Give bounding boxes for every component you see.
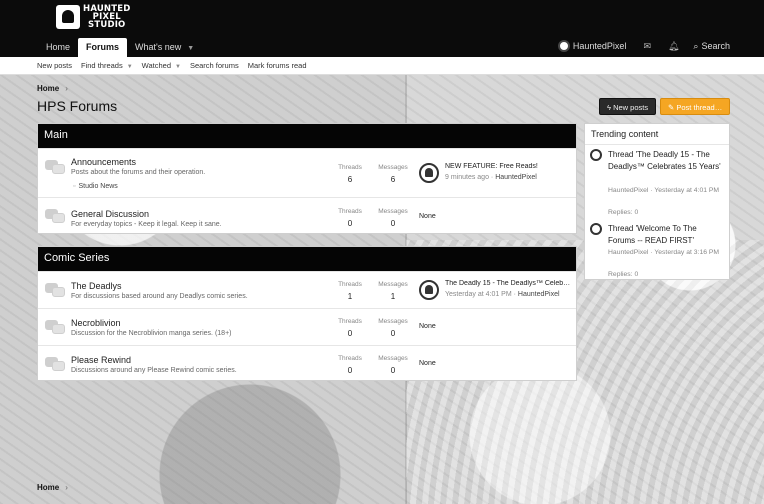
breadcrumb-bottom: Home › bbox=[37, 483, 68, 492]
threads-stat: Threads 1 bbox=[338, 281, 362, 301]
trending-replies: Replies: 0 bbox=[608, 271, 639, 278]
trending-meta: HauntedPixel · Yesterday at 4:01 PM bbox=[608, 187, 720, 194]
chevron-down-icon[interactable]: ▼ bbox=[175, 64, 181, 70]
forum-bubbles-icon bbox=[45, 320, 65, 334]
last-post-none: None bbox=[419, 213, 436, 220]
new-posts-button[interactable]: ϟ New posts bbox=[599, 98, 657, 115]
forum-bubbles-icon bbox=[45, 357, 65, 371]
forum-description: For everyday topics - Keep it legal. Kee… bbox=[71, 221, 222, 228]
subforum-link[interactable]: ▫ Studio News bbox=[73, 183, 118, 190]
messages-stat: Messages 6 bbox=[378, 164, 408, 184]
category-main: Main Announcements Posts about the forum… bbox=[37, 123, 577, 234]
forum-title[interactable]: General Discussion bbox=[71, 209, 149, 219]
threads-stat: Threads 0 bbox=[338, 208, 362, 228]
forum-title[interactable]: Please Rewind bbox=[71, 355, 131, 365]
last-post-title[interactable]: NEW FEATURE: Free Reads! bbox=[445, 163, 572, 170]
last-post-meta: 9 minutes ago · HauntedPixel bbox=[445, 174, 537, 181]
category-title[interactable]: Main bbox=[38, 124, 576, 148]
chevron-down-icon[interactable]: ▼ bbox=[187, 45, 194, 52]
avatar[interactable] bbox=[590, 149, 602, 161]
user-avatar[interactable] bbox=[557, 40, 570, 52]
bell-icon[interactable]: 🔔︎ bbox=[668, 41, 679, 52]
trending-thread-link[interactable]: Thread 'The Deadly 15 - The Deadlys™ Cel… bbox=[608, 149, 723, 173]
envelope-icon[interactable]: ✉ bbox=[643, 41, 651, 52]
breadcrumb-home[interactable]: Home bbox=[37, 84, 59, 93]
category-title[interactable]: Comic Series bbox=[38, 247, 576, 271]
forum-description: Posts about the forums and their operati… bbox=[71, 169, 206, 176]
subnav-new-posts[interactable]: New posts bbox=[37, 61, 72, 70]
forum-bubbles-icon bbox=[45, 209, 65, 223]
messages-stat: Messages 0 bbox=[378, 208, 408, 228]
forum-title[interactable]: Announcements bbox=[71, 157, 136, 167]
last-post-none: None bbox=[419, 360, 436, 367]
avatar[interactable] bbox=[590, 223, 602, 235]
forum-node-necroblivion: Necroblivion Discussion for the Necrobli… bbox=[38, 308, 576, 345]
last-post-title[interactable]: The Deadly 15 - The Deadlys™ Celebrates … bbox=[445, 280, 572, 287]
sub-nav: New posts Find threads ▼ Watched ▼ Search … bbox=[0, 57, 764, 75]
last-post-meta: Yesterday at 4:01 PM · HauntedPixel bbox=[445, 291, 560, 298]
subnav-search-forums[interactable]: Search forums bbox=[190, 61, 239, 70]
ghost-logo-icon bbox=[56, 5, 80, 29]
forum-title[interactable]: Necroblivion bbox=[71, 318, 121, 328]
forum-title[interactable]: The Deadlys bbox=[71, 281, 122, 291]
nav-home[interactable]: Home bbox=[38, 38, 78, 57]
forum-node-announcements: Announcements Posts about the forums and… bbox=[38, 148, 576, 197]
logo-text: HAUNTED PIXEL STUDIO bbox=[83, 4, 131, 30]
nav-forums[interactable]: Forums bbox=[78, 38, 128, 57]
username-link[interactable]: HauntedPixel bbox=[573, 41, 627, 51]
messages-stat: Messages 0 bbox=[378, 355, 408, 375]
chevron-right-icon: › bbox=[65, 483, 68, 492]
search-icon[interactable]: ⌕ bbox=[693, 41, 698, 52]
avatar[interactable] bbox=[419, 163, 439, 183]
trending-content-widget: Trending content Thread 'The Deadly 15 -… bbox=[584, 123, 730, 280]
trending-thread-link[interactable]: Thread 'Welcome To The Forums -- READ FI… bbox=[608, 223, 723, 247]
chevron-down-icon[interactable]: ▼ bbox=[127, 64, 133, 70]
subnav-watched[interactable]: Watched ▼ bbox=[142, 61, 181, 70]
threads-stat: Threads 6 bbox=[338, 164, 362, 184]
post-thread-button[interactable]: ✎ Post thread… bbox=[660, 98, 731, 115]
search-link[interactable]: Search bbox=[701, 41, 730, 51]
subnav-mark-forums-read[interactable]: Mark forums read bbox=[248, 61, 307, 70]
forum-description: Discussions around any Please Rewind com… bbox=[71, 367, 237, 374]
breadcrumb-home[interactable]: Home bbox=[37, 483, 59, 492]
forum-description: Discussion for the Necroblivion manga se… bbox=[71, 330, 232, 337]
threads-stat: Threads 0 bbox=[338, 318, 362, 338]
category-comic-series: Comic Series The Deadlys For discussions… bbox=[37, 246, 577, 381]
chevron-right-icon: › bbox=[65, 84, 68, 93]
threads-stat: Threads 0 bbox=[338, 355, 362, 375]
last-post-user[interactable]: HauntedPixel bbox=[518, 291, 560, 298]
last-post-user[interactable]: HauntedPixel bbox=[495, 174, 537, 181]
breadcrumb: Home › bbox=[37, 84, 68, 93]
messages-stat: Messages 1 bbox=[378, 281, 408, 301]
trending-meta: HauntedPixel · Yesterday at 3:16 PM bbox=[608, 249, 720, 256]
subforum-bubbles-icon: ▫ bbox=[73, 183, 76, 190]
user-nav: HauntedPixel ✉ 🔔︎ ⌕ Search bbox=[557, 40, 730, 52]
forum-node-please-rewind: Please Rewind Discussions around any Ple… bbox=[38, 345, 576, 382]
forum-bubbles-icon bbox=[45, 160, 65, 174]
last-post-none: None bbox=[419, 323, 436, 330]
trending-replies: Replies: 0 bbox=[608, 209, 639, 216]
forum-description: For discussions based around any Deadlys… bbox=[71, 293, 248, 300]
widget-title[interactable]: Trending content bbox=[585, 124, 729, 145]
forum-bubbles-icon bbox=[45, 283, 65, 297]
page-title: HPS Forums bbox=[37, 98, 118, 114]
avatar[interactable] bbox=[419, 280, 439, 300]
nav-whats-new[interactable]: What's new ▼ bbox=[127, 38, 202, 57]
main-nav: Home Forums What's new ▼ bbox=[38, 38, 202, 57]
messages-stat: Messages 0 bbox=[378, 318, 408, 338]
forum-node-general-discussion: General Discussion For everyday topics -… bbox=[38, 197, 576, 234]
forum-node-the-deadlys: The Deadlys For discussions based around… bbox=[38, 271, 576, 308]
subnav-find-threads[interactable]: Find threads ▼ bbox=[81, 61, 133, 70]
site-logo[interactable]: HAUNTED PIXEL STUDIO bbox=[56, 5, 131, 29]
site-header: HAUNTED PIXEL STUDIO Home Forums What's … bbox=[0, 0, 764, 57]
